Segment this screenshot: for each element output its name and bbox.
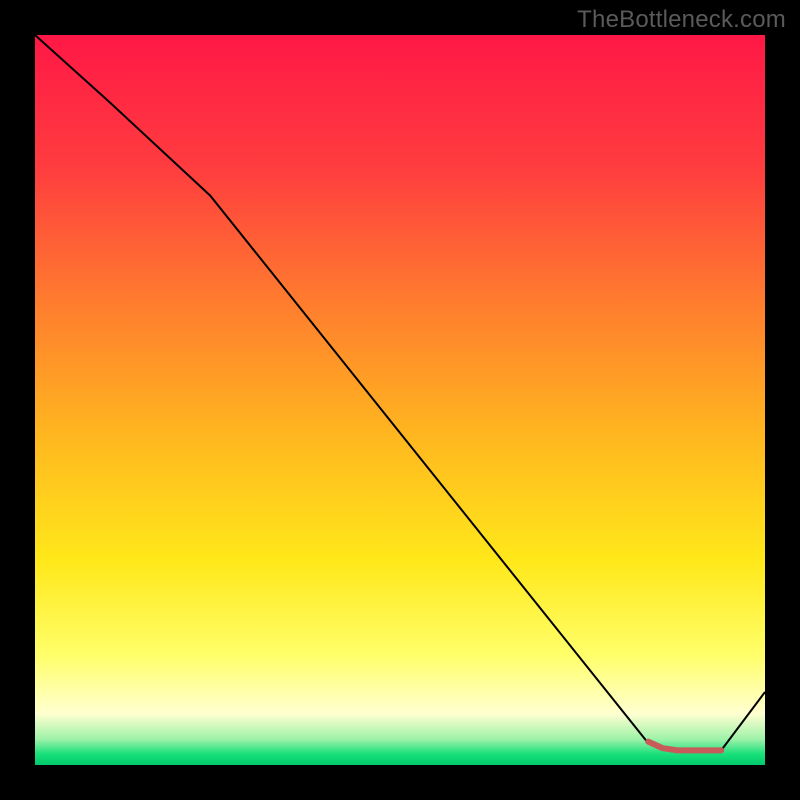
gradient-background <box>35 35 765 765</box>
watermark-text: TheBottleneck.com <box>577 6 786 34</box>
chart-svg <box>35 35 765 765</box>
chart-frame: TheBottleneck.com <box>0 0 800 800</box>
plot-area <box>35 35 765 765</box>
